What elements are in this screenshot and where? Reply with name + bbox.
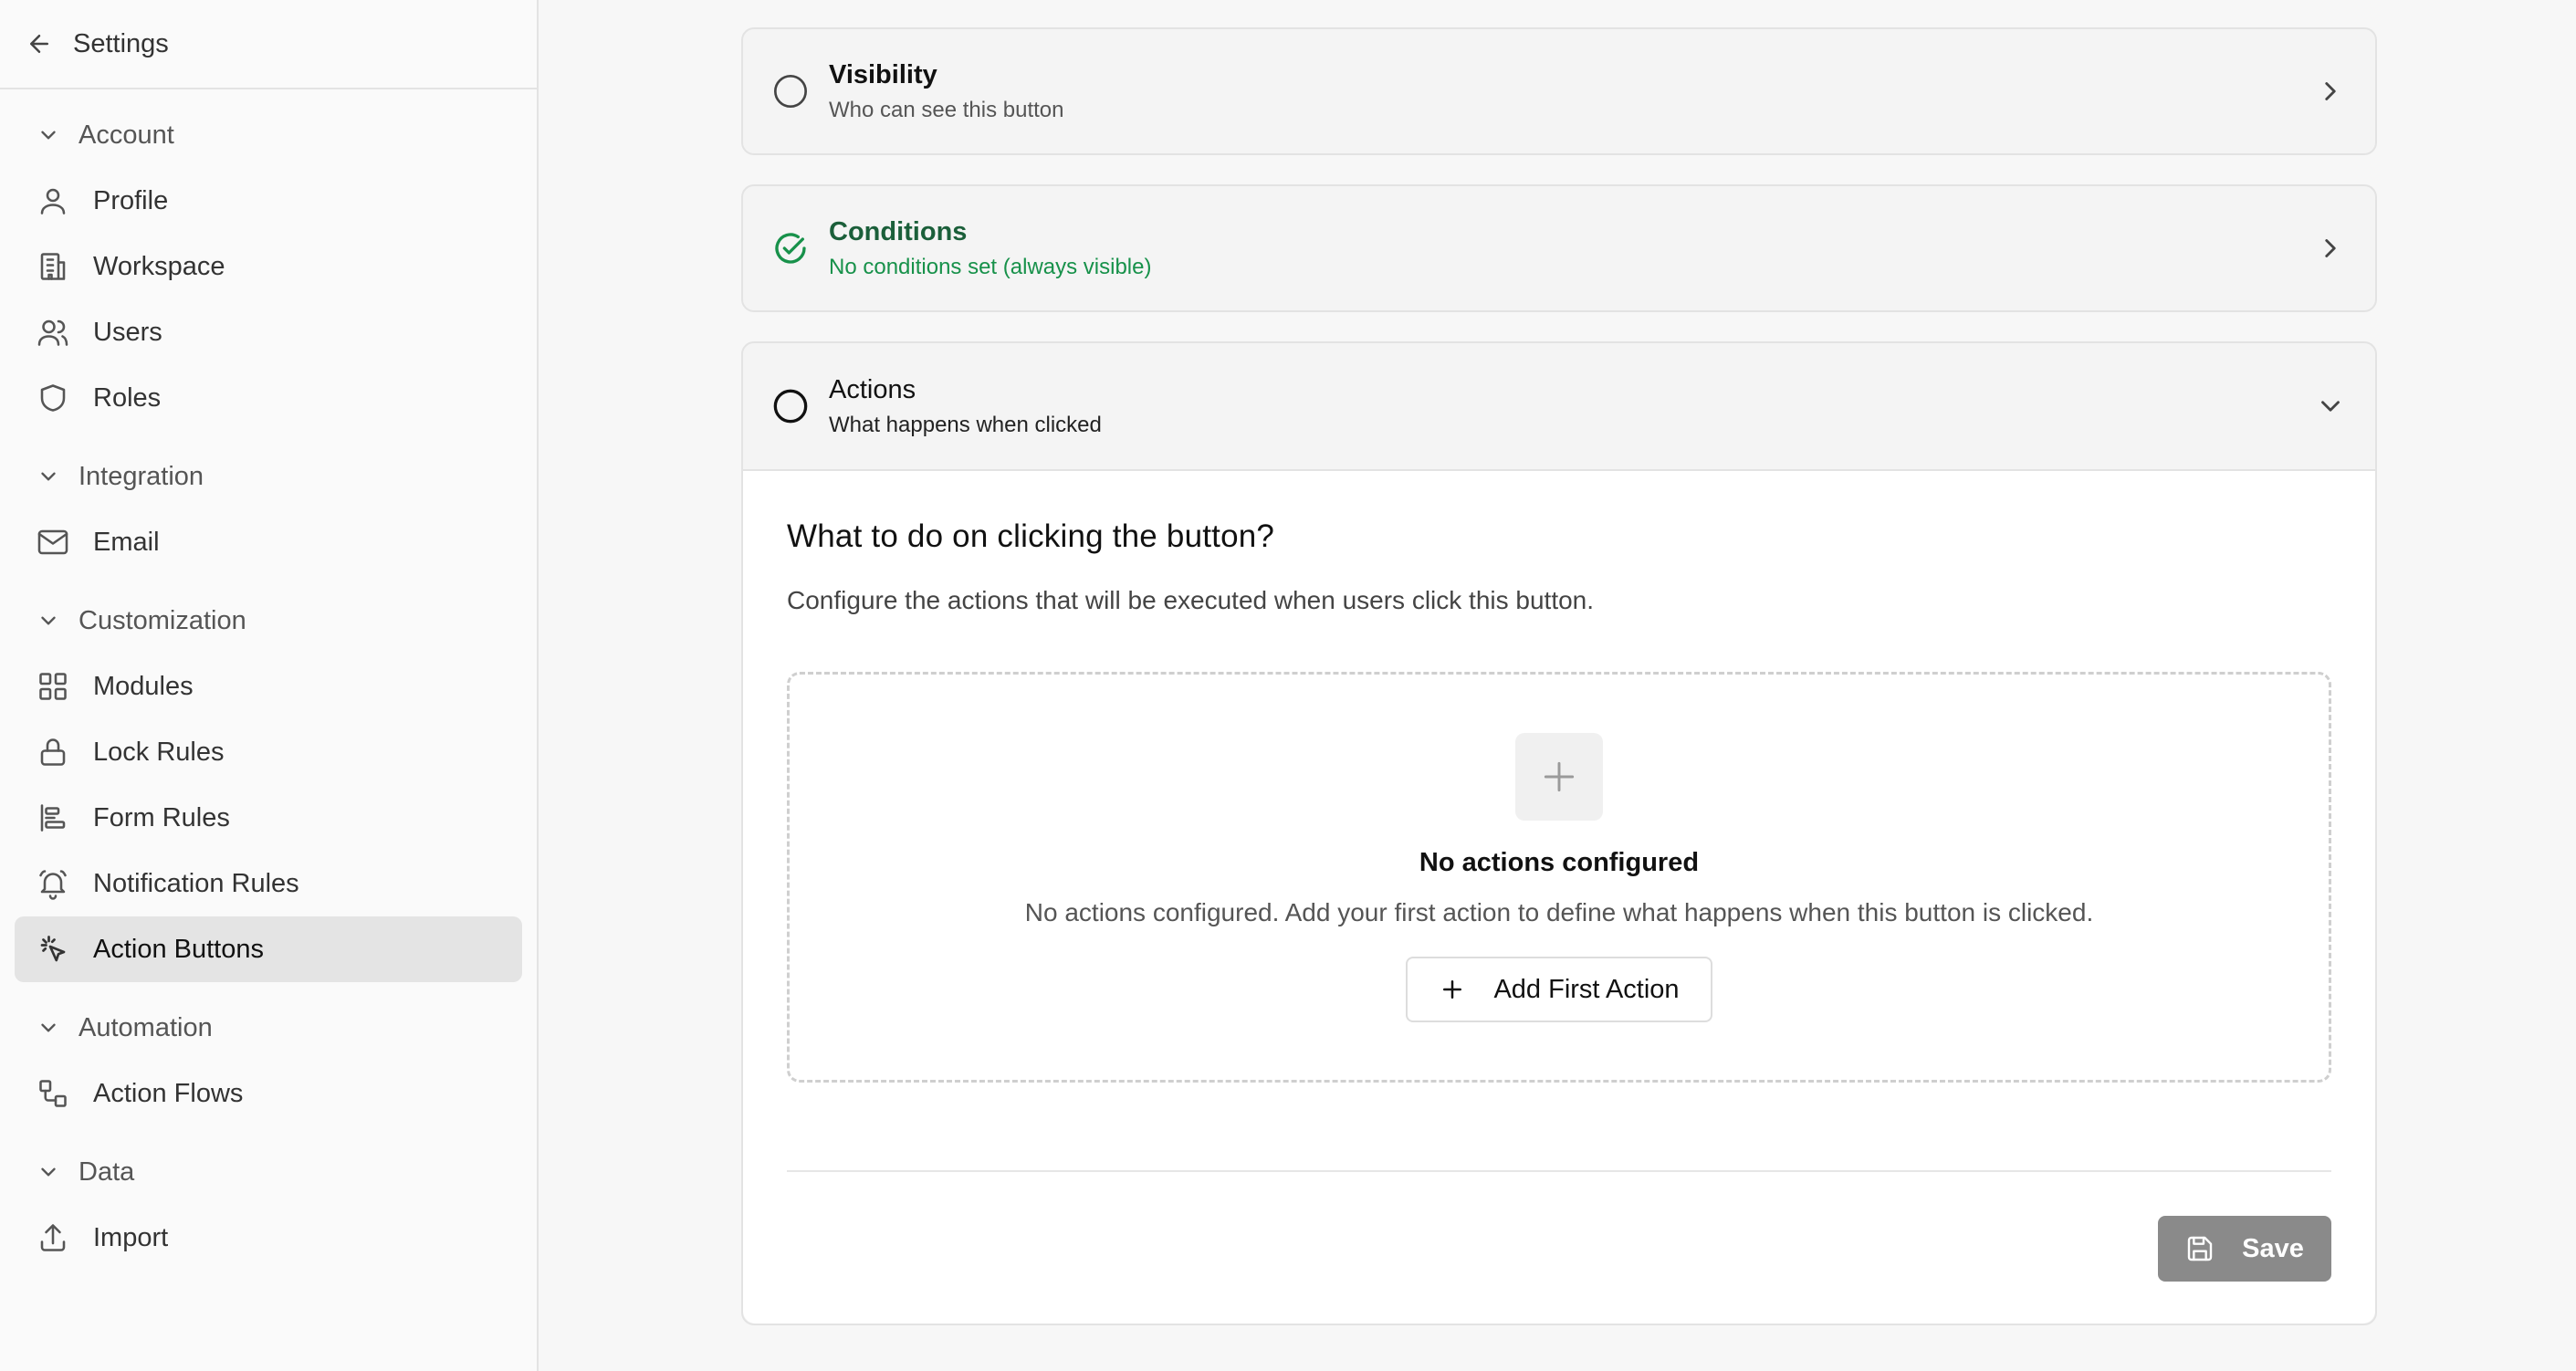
sidebar-item-lock-rules[interactable]: Lock Rules	[15, 719, 522, 785]
chevron-down-icon	[41, 131, 56, 140]
bell-icon	[39, 870, 67, 900]
empty-plus-box	[1515, 733, 1603, 821]
main-content: Visibility Who can see this button Condi…	[540, 0, 2576, 1371]
building-icon	[40, 253, 66, 280]
sidebar-item-label: Modules	[93, 671, 194, 701]
step-subtitle: Who can see this button	[829, 97, 1064, 122]
section-integration[interactable]: Integration	[0, 444, 537, 509]
shield-icon	[40, 384, 66, 412]
empty-state: No actions configured No actions configu…	[787, 672, 2331, 1083]
sidebar-item-email[interactable]: Email	[15, 509, 522, 575]
sidebar-item-label: Users	[93, 317, 162, 347]
sidebar-item-label: Form Rules	[93, 802, 230, 832]
step-text: Visibility Who can see this button	[829, 60, 2315, 123]
sidebar-item-label: Lock Rules	[93, 737, 225, 767]
step-title: Conditions	[829, 216, 968, 246]
chevron-down-icon	[2321, 401, 2340, 412]
save-button[interactable]: Save	[2158, 1216, 2331, 1282]
button-label: Save	[2242, 1233, 2304, 1263]
sidebar-item-form-rules[interactable]: Form Rules	[15, 785, 522, 851]
section-label: Account	[79, 120, 174, 150]
section-account[interactable]: Account	[0, 102, 537, 168]
sidebar-item-modules[interactable]: Modules	[15, 654, 522, 719]
sidebar-item-label: Email	[93, 527, 160, 557]
section-label: Integration	[79, 461, 204, 491]
chevron-down-icon	[41, 1167, 56, 1177]
settings-sidebar: Settings Account Profile Workspace Users…	[0, 0, 539, 1371]
empty-description: No actions configured. Add your first ac…	[1024, 898, 2094, 926]
section-automation[interactable]: Automation	[0, 995, 537, 1061]
step-visibility[interactable]: Visibility Who can see this button	[741, 27, 2377, 155]
add-first-action-button[interactable]: Add First Action	[1406, 957, 1712, 1022]
sidebar-item-label: Action Buttons	[93, 934, 264, 964]
lock-icon	[40, 738, 66, 766]
pointer-click-icon	[40, 936, 66, 962]
step-actions: Actions What happens when clicked What t…	[741, 341, 2377, 1325]
panel-heading: What to do on clicking the button?	[787, 518, 1275, 554]
mail-icon	[37, 529, 68, 555]
circle-icon	[773, 389, 808, 424]
sidebar-header: Settings	[0, 0, 537, 89]
step-title: Visibility	[829, 59, 937, 89]
sidebar-item-action-buttons[interactable]: Action Buttons	[15, 916, 522, 982]
empty-title: No actions configured	[1419, 848, 1700, 877]
sidebar-item-label: Notification Rules	[93, 868, 299, 898]
sidebar-title: Settings	[73, 28, 169, 58]
sidebar-item-label: Import	[93, 1222, 169, 1252]
check-circle-icon	[775, 233, 806, 264]
save-icon	[2187, 1236, 2213, 1261]
section-label: Automation	[79, 1012, 213, 1042]
button-label: Add First Action	[1493, 974, 1680, 1004]
chevron-right-icon	[2325, 82, 2336, 100]
sidebar-item-notification-rules[interactable]: Notification Rules	[15, 851, 522, 916]
align-left-icon	[40, 804, 66, 832]
workflow-icon	[39, 1080, 67, 1107]
chevron-down-icon	[41, 472, 56, 481]
circle-icon	[774, 75, 807, 108]
sidebar-item-label: Workspace	[93, 251, 225, 281]
panel-description: Configure the actions that will be execu…	[787, 586, 1595, 614]
panel-footer: Save	[787, 1216, 2331, 1282]
users-icon	[37, 319, 68, 346]
section-label: Customization	[79, 605, 246, 635]
step-header[interactable]: Visibility Who can see this button	[743, 29, 2375, 153]
sidebar-item-import[interactable]: Import	[15, 1205, 522, 1271]
arrow-left-icon[interactable]	[26, 30, 53, 58]
chevron-down-icon	[41, 1023, 56, 1032]
actions-panel: What to do on clicking the button? Confi…	[743, 469, 2375, 1324]
chevron-right-icon	[2325, 239, 2336, 257]
section-customization[interactable]: Customization	[0, 588, 537, 654]
grid-icon	[39, 673, 67, 700]
sidebar-item-profile[interactable]: Profile	[15, 168, 522, 234]
upload-icon	[40, 1224, 66, 1251]
sidebar-item-roles[interactable]: Roles	[15, 365, 522, 431]
step-text: Actions What happens when clicked	[829, 375, 2315, 438]
plus-icon	[1544, 761, 1575, 792]
step-header[interactable]: Actions What happens when clicked	[743, 343, 2375, 469]
section-label: Data	[79, 1156, 135, 1187]
sidebar-item-users[interactable]: Users	[15, 299, 522, 365]
sidebar-item-label: Action Flows	[93, 1078, 244, 1108]
sidebar-item-label: Profile	[93, 185, 169, 215]
sidebar-item-workspace[interactable]: Workspace	[15, 234, 522, 299]
step-title: Actions	[829, 374, 916, 404]
chevron-down-icon	[41, 616, 56, 625]
step-header[interactable]: Conditions No conditions set (always vis…	[743, 186, 2375, 310]
step-text: Conditions No conditions set (always vis…	[829, 217, 2315, 280]
step-subtitle: What happens when clicked	[829, 412, 1102, 437]
divider	[787, 1170, 2331, 1172]
section-data[interactable]: Data	[0, 1139, 537, 1205]
user-icon	[40, 188, 66, 215]
plus-icon	[1443, 980, 1462, 999]
sidebar-item-action-flows[interactable]: Action Flows	[15, 1061, 522, 1126]
sidebar-item-label: Roles	[93, 382, 162, 413]
step-subtitle: No conditions set (always visible)	[829, 254, 1152, 279]
step-conditions[interactable]: Conditions No conditions set (always vis…	[741, 184, 2377, 312]
